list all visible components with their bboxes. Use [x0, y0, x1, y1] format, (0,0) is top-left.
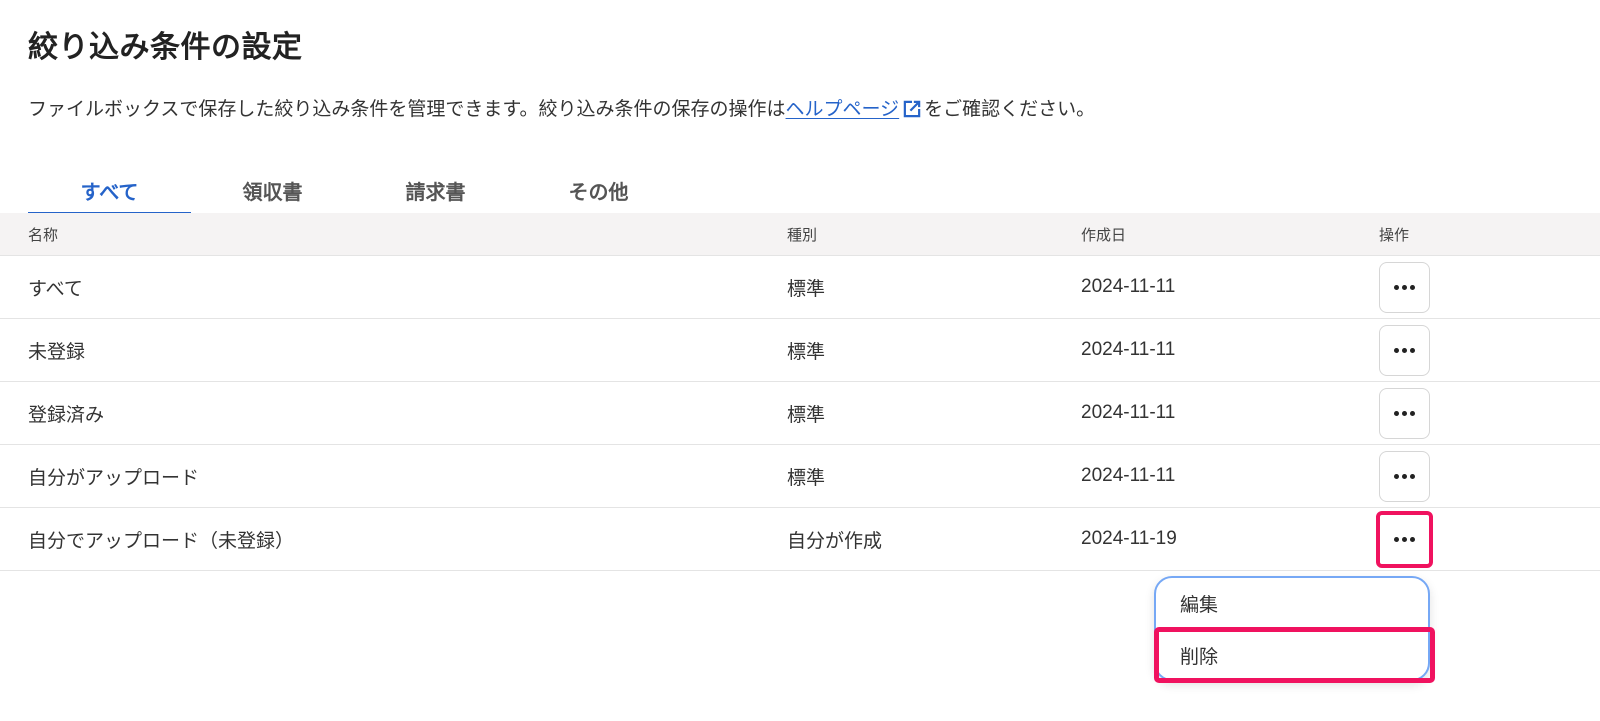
row-actions-button[interactable] — [1379, 324, 1430, 376]
table-row: 登録済み 標準 2024-11-11 — [0, 382, 1600, 445]
table-row: すべて 標準 2024-11-11 — [0, 256, 1600, 319]
row-actions-cell — [1379, 256, 1430, 318]
table-header: 名称 種別 作成日 操作 — [0, 213, 1600, 256]
row-actions-cell — [1379, 319, 1430, 381]
row-created-date: 2024-11-11 — [1081, 276, 1176, 297]
external-link-icon[interactable] — [901, 98, 923, 120]
filter-settings-page: 絞り込み条件の設定 ファイルボックスで保存した絞り込み条件を管理できます。絞り込… — [0, 0, 1600, 721]
description-text-before: ファイルボックスで保存した絞り込み条件を管理できます。絞り込み条件の保存の操作は — [28, 98, 786, 120]
row-created-date: 2024-11-11 — [1081, 339, 1176, 360]
page-title: 絞り込み条件の設定 — [28, 30, 303, 65]
description-text-after: をご確認ください。 — [924, 98, 1096, 120]
more-horizontal-icon — [1394, 536, 1415, 542]
row-actions-button[interactable] — [1379, 261, 1430, 313]
filter-conditions-table: 名称 種別 作成日 操作 すべて 標準 2024-11-11 未登録 標準 20… — [0, 213, 1600, 571]
row-actions-cell — [1379, 445, 1430, 507]
row-name: 登録済み — [28, 403, 105, 426]
row-actions-cell — [1379, 382, 1430, 444]
page-description: ファイルボックスで保存した絞り込み条件を管理できます。絞り込み条件の保存の操作は… — [28, 94, 1095, 121]
row-actions-cell — [1376, 508, 1433, 570]
menu-item-edit[interactable]: 編集 — [1156, 578, 1428, 628]
tab-all[interactable]: すべて — [28, 166, 191, 215]
row-type: 自分が作成 — [787, 529, 883, 552]
column-header-name: 名称 — [28, 225, 59, 244]
table-row: 自分でアップロード（未登録） 自分が作成 2024-11-19 — [0, 508, 1600, 571]
row-type: 標準 — [787, 466, 826, 489]
row-actions-button-active[interactable] — [1376, 510, 1433, 568]
more-horizontal-icon — [1394, 347, 1415, 353]
row-actions-button[interactable] — [1379, 450, 1430, 502]
tab-invoices[interactable]: 請求書 — [354, 166, 517, 214]
row-type: 標準 — [787, 340, 826, 363]
row-created-date: 2024-11-19 — [1081, 528, 1177, 549]
more-horizontal-icon — [1394, 473, 1415, 479]
table-row: 未登録 標準 2024-11-11 — [0, 319, 1600, 382]
row-created-date: 2024-11-11 — [1081, 465, 1176, 486]
tab-other[interactable]: その他 — [517, 166, 680, 214]
menu-item-delete[interactable]: 削除 — [1154, 627, 1435, 683]
row-created-date: 2024-11-11 — [1081, 402, 1176, 423]
more-horizontal-icon — [1394, 284, 1415, 290]
row-type: 標準 — [787, 403, 826, 426]
column-header-created: 作成日 — [1081, 225, 1127, 244]
row-actions-button[interactable] — [1379, 387, 1430, 439]
category-tabs: すべて 領収書 請求書 その他 — [28, 166, 680, 215]
row-type: 標準 — [787, 277, 826, 300]
row-name: すべて — [28, 277, 83, 300]
row-name: 自分がアップロード — [28, 466, 200, 489]
row-name: 未登録 — [28, 340, 86, 363]
more-horizontal-icon — [1394, 410, 1415, 416]
help-page-link[interactable]: ヘルプページ — [786, 98, 900, 120]
tab-receipts[interactable]: 領収書 — [191, 166, 354, 214]
row-actions-menu: 編集 削除 — [1154, 576, 1435, 683]
row-name: 自分でアップロード（未登録） — [28, 529, 295, 552]
table-row: 自分がアップロード 標準 2024-11-11 — [0, 445, 1600, 508]
column-header-type: 種別 — [787, 225, 818, 244]
column-header-actions: 操作 — [1379, 225, 1410, 244]
